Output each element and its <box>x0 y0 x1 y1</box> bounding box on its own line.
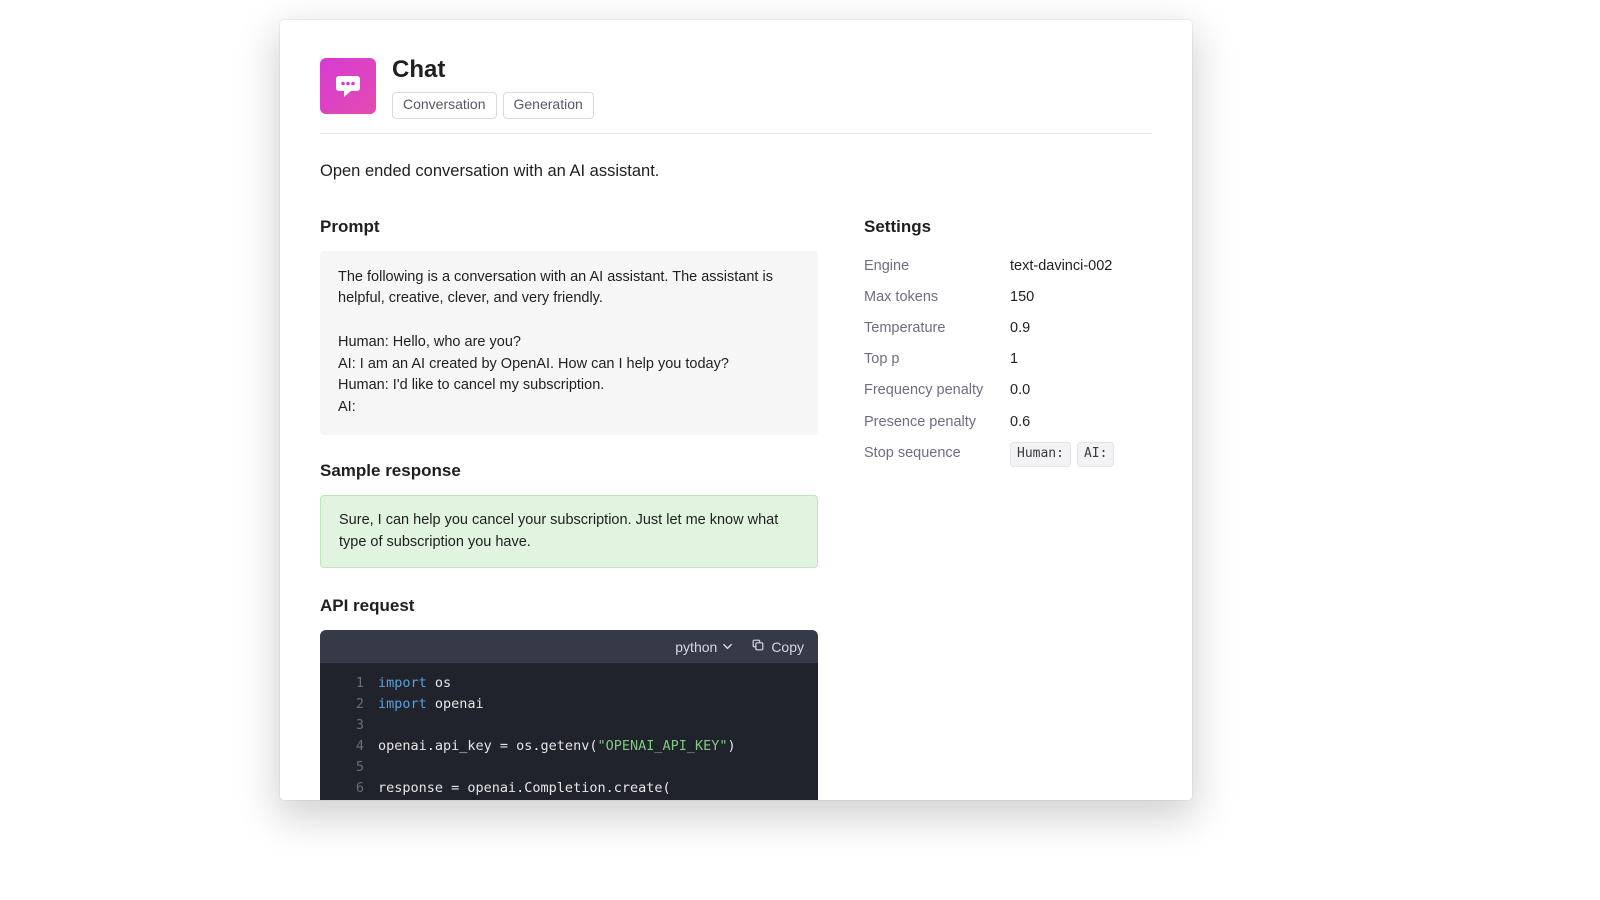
settings-value: 0.0 <box>1010 379 1030 402</box>
code-line: 2import openai <box>320 694 818 715</box>
settings-row: Top p 1 <box>864 344 1152 375</box>
settings-value: text-davinci-002 <box>1010 255 1112 278</box>
code-line-content: import openai <box>378 694 484 715</box>
tag-list: Conversation Generation <box>392 92 594 119</box>
settings-row-stop-sequence: Stop sequence Human:AI: <box>864 438 1152 471</box>
settings-label: Max tokens <box>864 286 990 309</box>
code-line: 5 <box>320 757 818 778</box>
settings-label: Presence penalty <box>864 411 990 434</box>
sample-heading: Sample response <box>320 461 818 481</box>
settings-label: Stop sequence <box>864 442 990 465</box>
code-line-number: 4 <box>320 736 378 757</box>
copy-button-label: Copy <box>771 639 804 655</box>
api-code-block: python <box>320 630 818 800</box>
settings-row: Engine text-davinci-002 <box>864 251 1152 282</box>
chevron-down-icon <box>722 639 733 655</box>
code-line-number: 2 <box>320 694 378 715</box>
code-line-number: 1 <box>320 673 378 694</box>
settings-value: 1 <box>1010 348 1018 371</box>
example-header: Chat Conversation Generation <box>320 58 1152 119</box>
sample-response-box: Sure, I can help you cancel your subscri… <box>320 495 818 569</box>
code-line: 3 <box>320 715 818 736</box>
code-line-content: response = openai.Completion.create( <box>378 778 671 799</box>
copy-icon <box>751 638 765 655</box>
code-line-content: import os <box>378 673 451 694</box>
example-card: Chat Conversation Generation Open ended … <box>280 20 1192 800</box>
tag-generation: Generation <box>503 92 594 119</box>
language-label: python <box>675 639 717 655</box>
stop-sequence-chip: Human: <box>1010 442 1071 467</box>
settings-row: Frequency penalty 0.0 <box>864 375 1152 406</box>
prompt-heading: Prompt <box>320 217 818 237</box>
stop-sequence-chip: AI: <box>1077 442 1114 467</box>
code-line-number: 3 <box>320 715 378 736</box>
settings-value: Human:AI: <box>1010 442 1114 467</box>
code-line: 1import os <box>320 673 818 694</box>
tag-conversation: Conversation <box>392 92 497 119</box>
code-line-number: 6 <box>320 778 378 799</box>
settings-row: Max tokens 150 <box>864 282 1152 313</box>
settings-row: Temperature 0.9 <box>864 313 1152 344</box>
code-line-number: 5 <box>320 757 378 778</box>
code-line: 6response = openai.Completion.create( <box>320 778 818 799</box>
settings-heading: Settings <box>864 217 1152 237</box>
settings-row: Presence penalty 0.6 <box>864 407 1152 438</box>
settings-label: Engine <box>864 255 990 278</box>
settings-label: Temperature <box>864 317 990 340</box>
settings-label: Frequency penalty <box>864 379 990 402</box>
code-line: 4openai.api_key = os.getenv("OPENAI_API_… <box>320 736 818 757</box>
chat-icon <box>320 58 376 114</box>
page-title: Chat <box>392 56 594 84</box>
code-line-content: openai.api_key = os.getenv("OPENAI_API_K… <box>378 736 736 757</box>
code-toolbar: python <box>320 630 818 663</box>
settings-value: 150 <box>1010 286 1034 309</box>
settings-value: 0.9 <box>1010 317 1030 340</box>
settings-value: 0.6 <box>1010 411 1030 434</box>
example-description: Open ended conversation with an AI assis… <box>320 160 1152 183</box>
code-body: 1import os2import openai34openai.api_key… <box>320 663 818 800</box>
settings-label: Top p <box>864 348 990 371</box>
copy-button[interactable]: Copy <box>751 638 804 655</box>
settings-table: Engine text-davinci-002 Max tokens 150 Tempe… <box>864 251 1152 471</box>
header-divider <box>320 133 1152 134</box>
api-request-heading: API request <box>320 596 818 616</box>
language-select[interactable]: python <box>675 639 733 655</box>
prompt-box: The following is a conversation with an … <box>320 251 818 435</box>
